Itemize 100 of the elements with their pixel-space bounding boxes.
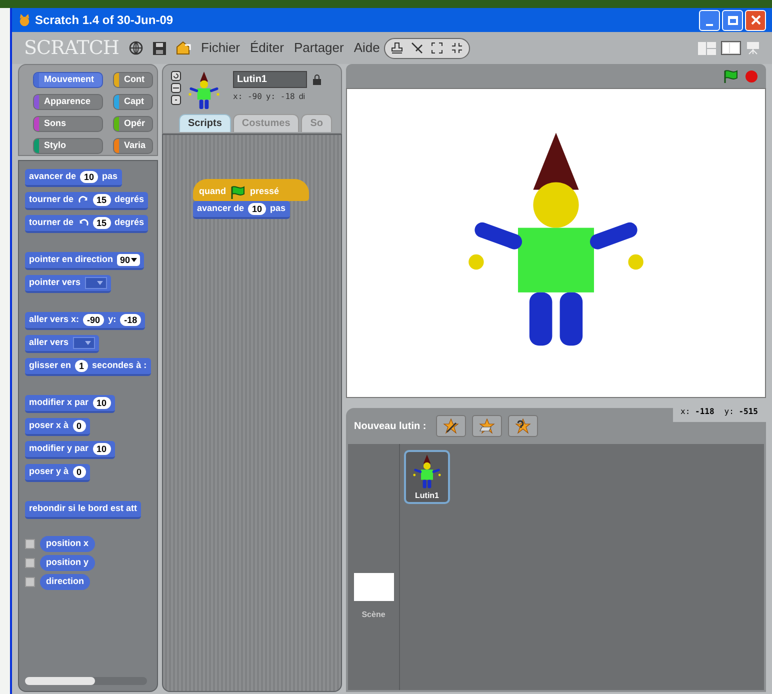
mouse-x: x: -118 (680, 406, 714, 418)
reporter-block[interactable]: direction (40, 574, 90, 590)
motion-block[interactable]: poser y à 0 (25, 464, 90, 482)
new-sprite-button[interactable] (472, 415, 502, 437)
run-flag-icon[interactable] (723, 70, 739, 82)
dropdown[interactable] (72, 337, 95, 349)
close-button[interactable] (745, 10, 766, 30)
flip-style-icon[interactable] (171, 83, 181, 93)
category-button[interactable]: Mouvement (33, 72, 103, 88)
motion-block[interactable]: glisser en 1 secondes à : (25, 358, 151, 376)
motion-block[interactable]: modifier y par 10 (25, 441, 115, 459)
number-input[interactable]: 0 (72, 420, 86, 432)
sprite-label: Lutin1 (415, 490, 439, 502)
number-input[interactable]: 15 (92, 194, 111, 206)
motion-block[interactable]: tourner de 15 degrés (25, 192, 148, 210)
no-rotate-icon[interactable] (171, 95, 181, 105)
block-label: avancer de (197, 202, 244, 216)
block-label: pas (270, 202, 286, 216)
block-label: pointer en direction (29, 253, 114, 266)
category-button[interactable]: Opér (113, 116, 153, 132)
reporter-block[interactable]: position y (40, 555, 94, 571)
block-label: tourner de (29, 193, 74, 206)
motion-block[interactable]: avancer de 10 pas (25, 169, 122, 187)
number-input[interactable]: -90 (83, 314, 104, 326)
globe-icon[interactable] (129, 41, 143, 55)
menu-item[interactable]: Éditer (250, 38, 284, 58)
motion-block[interactable]: avancer de 10 pas (193, 201, 290, 219)
checkbox[interactable] (25, 539, 35, 549)
motion-block[interactable]: aller vers x: -90 y: -18 (25, 312, 146, 330)
sprite-tile[interactable]: Lutin1 (404, 450, 450, 504)
category-button[interactable]: Varia (113, 138, 153, 154)
category-button[interactable]: Apparence (33, 94, 103, 110)
checkbox[interactable] (25, 558, 35, 568)
window-title: Scratch 1.4 of 30-Jun-09 (35, 12, 174, 29)
number-input[interactable]: 10 (248, 203, 266, 215)
tab[interactable]: Scripts (179, 114, 231, 132)
motion-block[interactable]: aller vers (25, 335, 99, 353)
new-sprite-label: Nouveau lutin : (354, 420, 426, 434)
rotate-left-icon (78, 218, 89, 228)
random-star-icon (515, 418, 532, 434)
cat-icon (18, 14, 31, 26)
block-label: poser x à (29, 419, 69, 432)
block-label: glisser en (29, 359, 72, 372)
motion-block[interactable]: tourner de 15 degrés (25, 215, 148, 233)
block-label: tourner de (29, 216, 74, 230)
folder-star-icon (479, 418, 496, 434)
category-button[interactable]: Sons (33, 116, 103, 132)
scrollbar-thumb[interactable] (25, 677, 95, 685)
motion-block[interactable]: rebondir si le bord est att (25, 501, 142, 519)
number-input[interactable]: 10 (92, 443, 111, 455)
motion-block[interactable]: pointer vers (25, 275, 111, 293)
block-label: secondes à : (92, 359, 147, 372)
shrink-icon[interactable] (450, 42, 463, 54)
logo: SCRATCH (24, 36, 119, 61)
normal-stage-icon[interactable] (721, 41, 741, 55)
new-sprite-button[interactable] (436, 415, 466, 437)
maximize-button[interactable] (722, 10, 743, 30)
mouse-y: y: -515 (724, 406, 758, 418)
direction-label: di (298, 91, 306, 103)
save-icon[interactable] (153, 42, 166, 54)
motion-block[interactable]: modifier x par 10 (25, 395, 115, 413)
grow-icon[interactable] (430, 42, 443, 54)
menu-item[interactable]: Partager (294, 38, 344, 58)
category-button[interactable]: Cont (113, 72, 153, 88)
category-button[interactable]: Capt (113, 94, 153, 110)
rotate-right-icon (78, 194, 89, 206)
dropdown[interactable] (84, 277, 107, 289)
minimize-button[interactable] (699, 10, 720, 30)
menu-item[interactable]: Aide (354, 38, 380, 58)
category-button[interactable]: Stylo (33, 138, 103, 154)
motion-block[interactable]: pointer en direction 90 (25, 252, 144, 270)
scene-label: Scène (362, 609, 386, 621)
number-input[interactable]: 0 (72, 466, 86, 478)
number-input[interactable]: -18 (120, 314, 142, 326)
block-label: poser y à (29, 465, 69, 478)
number-input[interactable]: 15 (92, 217, 111, 229)
menu-item[interactable]: Fichier (201, 38, 240, 58)
number-input[interactable]: 10 (80, 171, 98, 183)
motion-block[interactable]: poser x à 0 (25, 418, 90, 436)
block-label: aller vers x: (29, 313, 80, 326)
block-label: y: (108, 313, 116, 326)
block-label: avancer de (29, 170, 76, 184)
checkbox[interactable] (25, 577, 35, 587)
share-icon[interactable] (176, 41, 191, 55)
stamp-icon[interactable] (390, 42, 403, 54)
reporter-block[interactable]: position x (40, 536, 94, 552)
y-position: y: -18 (266, 91, 295, 103)
flag-icon (230, 186, 246, 198)
block-label: rebondir si le bord est att (29, 502, 138, 516)
block-label: modifier y par (29, 442, 89, 456)
paint-star-icon (443, 418, 460, 434)
new-sprite-button[interactable] (508, 415, 538, 437)
lock-icon[interactable] (313, 74, 321, 85)
number-input[interactable]: 1 (75, 360, 88, 372)
number-input[interactable]: 10 (92, 397, 111, 409)
direction-menu[interactable]: 90 (117, 254, 140, 266)
scene-thumbnail[interactable] (354, 573, 394, 601)
block-label: pointer vers (29, 276, 81, 290)
sprite-name-field[interactable]: Lutin1 (233, 71, 307, 88)
rotate-style-icon[interactable] (171, 71, 181, 81)
